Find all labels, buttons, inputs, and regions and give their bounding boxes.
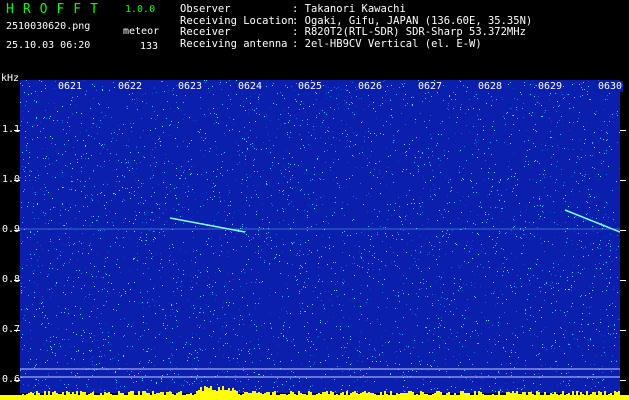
spectrogram-plot <box>20 80 620 393</box>
freq-tick-right <box>620 330 626 331</box>
meteor-label: meteor <box>123 26 160 37</box>
signal-level-bar <box>0 386 629 400</box>
timestamp: 25.10.03 06:20 <box>6 40 91 51</box>
minute-label-0624: 0624 <box>237 81 264 92</box>
minute-label-0628: 0628 <box>477 81 504 92</box>
minute-label-0630: 0630 <box>597 81 624 92</box>
freq-tick <box>14 280 20 281</box>
freq-tick <box>14 380 20 381</box>
meteor-count: 133 <box>140 41 159 52</box>
freq-tick-right <box>620 180 626 181</box>
minute-label-0627: 0627 <box>417 81 444 92</box>
app-version: 1.0.0 <box>125 4 156 15</box>
freq-tick <box>14 130 20 131</box>
freq-tick <box>14 330 20 331</box>
header-panel: HROFFT 1.0.0 2510030620.png 25.10.03 06:… <box>0 0 629 80</box>
freq-tick <box>14 180 20 181</box>
app-title: HROFFT <box>6 2 107 17</box>
freq-tick-right <box>620 230 626 231</box>
minute-label-0623: 0623 <box>177 81 204 92</box>
file-name: 2510030620.png <box>6 21 91 32</box>
freq-tick-right <box>620 380 626 381</box>
info-antenna: Receiving antenna: 2el-HB9CV Vertical (e… <box>180 37 482 50</box>
freq-tick-right <box>620 130 626 131</box>
frequency-unit-label: kHz <box>1 73 20 84</box>
freq-tick <box>14 230 20 231</box>
minute-label-0626: 0626 <box>357 81 384 92</box>
minute-label-0629: 0629 <box>537 81 564 92</box>
minute-label-0625: 0625 <box>297 81 324 92</box>
station-info: Observer: Takanori Kawachi Receiving Loc… <box>180 3 532 50</box>
freq-tick-right <box>620 280 626 281</box>
minute-label-0622: 0622 <box>117 81 144 92</box>
minute-label-0621: 0621 <box>57 81 84 92</box>
spectrogram-noise <box>20 80 620 393</box>
